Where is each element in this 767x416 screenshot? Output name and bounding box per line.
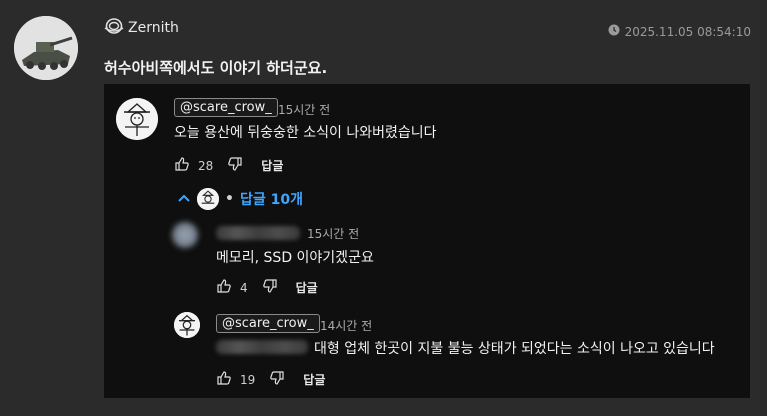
like-count: 19 [240,372,256,387]
clock-icon [608,24,620,39]
reply-text: 대형 업체 한곳이 지불 불능 상태가 되었다는 소식이 나오고 있습니다 [314,341,715,357]
post-body: 허수아비쪽에서도 이야기 하더군요. [104,59,328,77]
reply-actions: 4 답글 [216,278,318,297]
like-count: 4 [240,280,248,295]
comment-actions: 28 답글 [174,156,283,175]
blurred-author-name [216,226,300,240]
reply-handle: @scare_crow_ [216,314,320,333]
blurred-mention [216,340,308,354]
scarecrow-avatar-small [197,188,219,210]
blurred-avatar [172,222,198,248]
reply-label: 답글 [261,159,284,173]
reply-text: 메모리, SSD 이야기겠군요 [216,250,374,266]
post-timestamp: 2025.11.05 08:54:10 [608,24,751,39]
comment-handle: @scare_crow_ [174,98,278,117]
thumbs-up-icon [216,370,232,389]
timestamp-text: 2025.11.05 08:54:10 [624,24,751,39]
reply-actions: 19 답글 [216,370,325,389]
reply-time: 14시간 전 [320,319,373,333]
comment-time: 15시간 전 [278,103,331,117]
thumbs-down-icon [262,278,278,297]
separator-dot: • [225,191,234,207]
embedded-comment-thread: @scare_crow_ 15시간 전 오늘 용산에 뒤숭숭한 소식이 나와버렸… [104,84,750,398]
author-avatar[interactable] [14,16,78,80]
thumbs-up-icon [216,278,232,297]
reply-label: 답글 [303,373,326,387]
astronaut-helmet-icon [104,17,124,39]
comment-text: 오늘 용산에 뒤숭숭한 소식이 나와버렸습니다 [174,125,437,141]
author-name[interactable]: Zernith [128,20,179,36]
scarecrow-avatar [116,98,158,140]
scarecrow-avatar [174,312,200,338]
replies-toggle: • 답글 10개 [177,188,303,210]
author-row: Zernith [104,17,179,39]
thumbs-up-icon [174,156,190,175]
reply-label: 답글 [295,281,318,295]
like-count: 28 [198,158,214,173]
thumbs-down-icon [269,370,285,389]
reply-time: 15시간 전 [307,227,360,241]
thumbs-down-icon [227,156,243,175]
chevron-up-icon [177,191,191,207]
replies-count-label: 답글 10개 [239,192,303,208]
